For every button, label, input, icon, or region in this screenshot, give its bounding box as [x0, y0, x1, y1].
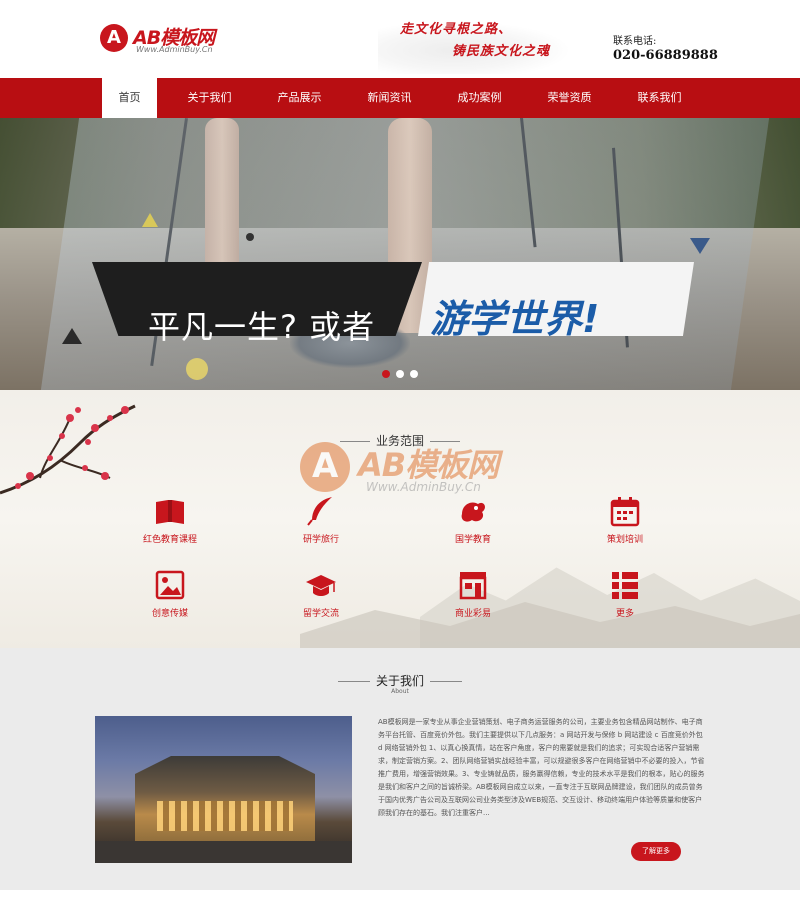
graduation-cap-icon [306, 575, 336, 596]
nav-item-news[interactable]: 新闻资讯 [352, 78, 427, 118]
banner-circle-decoration [186, 358, 208, 380]
image-icon [155, 570, 185, 600]
banner-triangle-decoration [142, 213, 158, 227]
service-item-red-education[interactable]: 红色教育课程 [115, 494, 225, 545]
feather-icon [307, 497, 332, 526]
site-logo[interactable]: AB模板网 Www.AdminBuy.Cn [100, 22, 230, 58]
main-nav: 首页 关于我们 产品展示 新闻资讯 成功案例 荣誉资质 联系我们 [0, 78, 800, 118]
nav-item-home[interactable]: 首页 [102, 78, 157, 118]
hotline-label: 联系电话: [613, 36, 657, 47]
slide-dot-3[interactable] [410, 370, 418, 378]
calendar-icon [610, 497, 640, 527]
list-icon [612, 572, 638, 599]
learn-more-button[interactable]: 了解更多 [631, 842, 681, 861]
banner-dot-decoration [246, 233, 254, 241]
service-item-chinese-studies[interactable]: 国学教育 [418, 494, 528, 545]
building-ground [95, 841, 352, 863]
building-lights [157, 801, 293, 831]
service-label: 策划培训 [606, 535, 643, 545]
watermark-mark-icon [300, 442, 350, 492]
slogan-line-2: 铸民族文化之魂 [452, 44, 551, 59]
dragon-icon [461, 502, 485, 522]
service-label: 商业彩易 [454, 609, 491, 619]
header-slogan: 走文化寻根之路、 铸民族文化之魂 [378, 14, 578, 74]
about-body-text: AB模板网是一家专业从事企业营销策划、电子商务运营服务的公司，主要业务包含精品网… [378, 718, 705, 817]
service-item-study-tour[interactable]: 研学旅行 [266, 494, 376, 545]
banner-triangle-decoration [62, 328, 82, 344]
about-subtitle: About [391, 688, 409, 695]
logo-url: Www.AdminBuy.Cn [136, 45, 213, 54]
site-header: AB模板网 Www.AdminBuy.Cn 走文化寻根之路、 铸民族文化之魂 联… [0, 0, 800, 78]
storefront-icon [459, 572, 487, 600]
nav-item-cases[interactable]: 成功案例 [442, 78, 517, 118]
service-label: 更多 [615, 609, 634, 619]
banner-glass-overlay [40, 118, 770, 390]
service-item-study-abroad[interactable]: 留学交流 [266, 568, 376, 619]
service-item-planning-training[interactable]: 策划培训 [570, 494, 680, 545]
service-label: 研学旅行 [302, 535, 339, 545]
hotline-number: 020-66889888 [613, 48, 718, 63]
service-item-business[interactable]: 商业彩易 [418, 568, 528, 619]
nav-item-about[interactable]: 关于我们 [172, 78, 247, 118]
service-item-creative-media[interactable]: 创意传媒 [115, 568, 225, 619]
plum-blossom-branch-icon [0, 404, 136, 495]
nav-item-products[interactable]: 产品展示 [262, 78, 337, 118]
nav-item-honors[interactable]: 荣誉资质 [532, 78, 607, 118]
logo-mark-icon [100, 24, 128, 52]
nav-item-contact[interactable]: 联系我们 [622, 78, 697, 118]
slide-dot-1[interactable] [382, 370, 390, 378]
banner-text-dark: 平凡一生? 或者 [148, 308, 376, 346]
hero-banner[interactable] [0, 118, 800, 390]
slide-dot-2[interactable] [396, 370, 404, 378]
about-title: 关于我们 [0, 672, 800, 689]
watermark-url: Www.AdminBuy.Cn [366, 480, 481, 494]
book-icon [156, 500, 184, 524]
service-label: 国学教育 [454, 535, 491, 545]
about-building-image [95, 716, 352, 863]
banner-triangle-decoration [690, 238, 710, 254]
service-item-more[interactable]: 更多 [570, 568, 680, 619]
footer-strip [0, 890, 800, 915]
services-section: 业务范围 AB模板网 Www.AdminBuy.Cn 红色教育课程 研学旅行 国… [0, 390, 800, 648]
banner-text-light: 游学世界! [430, 297, 600, 341]
service-label: 留学交流 [302, 609, 339, 619]
slogan-line-1: 走文化寻根之路、 [400, 22, 513, 37]
service-label: 红色教育课程 [142, 535, 197, 545]
service-label: 创意传媒 [151, 609, 188, 619]
